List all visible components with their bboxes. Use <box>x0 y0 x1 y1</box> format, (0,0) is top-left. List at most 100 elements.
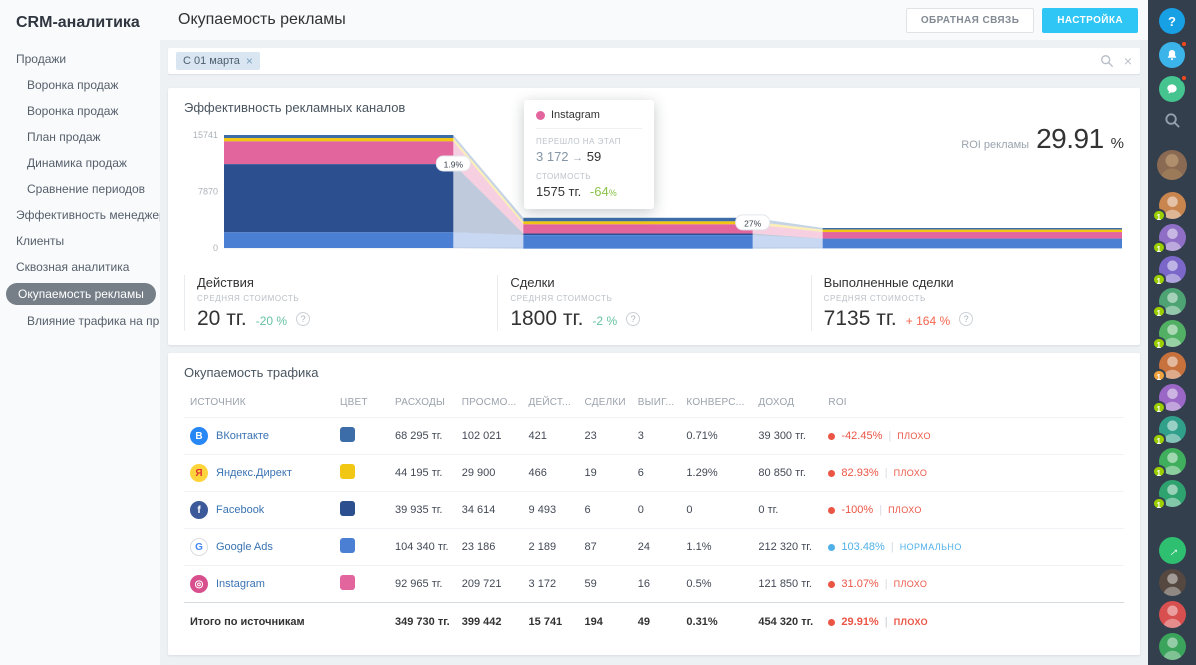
funnel-band[interactable] <box>523 221 753 225</box>
source-brand-icon: В <box>190 427 208 445</box>
chip-remove-icon[interactable]: × <box>246 55 253 67</box>
stat-delta: -20 % <box>255 314 288 328</box>
source-cell: Я Яндекс.Директ <box>184 454 334 492</box>
sidebar-item-active[interactable]: Окупаемость рекламы <box>0 280 160 308</box>
sidebar-nav: Продажи Воронка продаж Воронка продаж План … <box>0 46 160 334</box>
table-row: G Google Ads 104 340 тг. 23 186 2 189 87 24 1.1… <box>184 528 1124 566</box>
sidebar-item[interactable]: Динамика продаж <box>0 150 160 176</box>
column-header[interactable]: ПРОСМО... <box>456 388 523 418</box>
contact-avatar[interactable]: 1 <box>1151 256 1186 286</box>
funnel-band[interactable] <box>822 232 1122 239</box>
contact-avatar[interactable]: 1 <box>1151 320 1186 350</box>
sidebar-item[interactable]: Сквозная аналитика <box>0 254 160 280</box>
funnel-band[interactable] <box>224 141 454 165</box>
tooltip-header: Instagram <box>536 109 642 129</box>
sidebar-item[interactable]: Клиенты <box>0 228 160 254</box>
roi-value: -100% <box>841 504 874 516</box>
contact-avatar[interactable] <box>1158 601 1186 628</box>
unread-count-badge: 1 <box>1151 465 1166 478</box>
column-header[interactable]: ДЕЙСТ... <box>523 388 579 418</box>
filter-bar[interactable]: С 01 марта × × <box>168 48 1140 74</box>
funnel-band[interactable] <box>523 235 753 249</box>
funnel-band[interactable] <box>822 229 1122 233</box>
won-cell: 24 <box>631 528 681 566</box>
funnel-band[interactable] <box>224 138 454 142</box>
won-cell: 16 <box>631 565 681 603</box>
column-header[interactable]: РАСХОДЫ <box>389 388 456 418</box>
unread-indicator <box>1180 40 1188 48</box>
help-icon[interactable]: ? <box>959 312 974 326</box>
funnel-band[interactable] <box>822 228 1122 230</box>
contact-avatar[interactable]: 1 <box>1151 224 1186 254</box>
contact-avatar[interactable] <box>1158 569 1186 596</box>
sidebar-item[interactable]: Продажи <box>0 46 160 72</box>
sidebar-item[interactable]: Воронка продаж <box>0 72 160 98</box>
column-header[interactable]: ЦВЕТ <box>334 388 389 418</box>
contact-avatar[interactable]: 1 <box>1151 192 1186 222</box>
contact-avatar[interactable]: 1 <box>1151 352 1186 382</box>
funnel-band[interactable] <box>224 164 454 233</box>
contact-avatar[interactable] <box>1158 633 1186 660</box>
source-link[interactable]: Google Ads <box>216 541 273 553</box>
profile-avatar[interactable] <box>1157 150 1187 180</box>
sidebar-item[interactable]: План продаж <box>0 124 160 150</box>
sidebar-item[interactable]: Эффективность менеджер... <box>0 202 160 228</box>
roi-status-label: ПЛОХО <box>893 468 928 478</box>
chat-bubble-icon <box>1167 84 1177 94</box>
expenses-cell: 44 195 тг. <box>389 454 456 492</box>
funnel-band[interactable] <box>523 233 753 236</box>
color-cell <box>334 565 389 603</box>
help-icon[interactable]: ? <box>296 312 311 326</box>
column-header[interactable]: ИСТОЧНИК <box>184 388 334 418</box>
contact-avatar[interactable]: 1 <box>1151 384 1186 414</box>
search-icon[interactable] <box>1100 54 1114 68</box>
share-button[interactable]: → <box>1158 537 1186 564</box>
contact-avatar[interactable]: 1 <box>1151 288 1186 318</box>
table-row: В ВКонтакте 68 295 тг. 102 021 421 23 3 0.71% 39… <box>184 417 1124 455</box>
source-link[interactable]: Яндекс.Директ <box>216 467 292 479</box>
messenger-button[interactable] <box>1159 74 1188 102</box>
funnel-band[interactable] <box>523 224 753 234</box>
roi-status-dot <box>828 469 836 477</box>
rail-search-button[interactable] <box>1164 112 1181 134</box>
roi-status-label: ПЛОХО <box>893 579 928 589</box>
funnel-band[interactable] <box>224 135 454 139</box>
column-header[interactable]: ROI <box>822 388 1124 418</box>
column-header[interactable]: СДЕЛКИ <box>579 388 632 418</box>
column-header[interactable]: КОНВЕРС... <box>680 388 752 418</box>
column-header[interactable]: ВЫИГ... <box>632 388 681 418</box>
won-cell: 3 <box>631 417 681 455</box>
stat-block: Выполненные сделки СРЕДНЯЯ СТОИМОСТЬ 713… <box>810 275 1124 331</box>
help-icon[interactable]: ? <box>626 312 641 326</box>
funnel-band[interactable] <box>523 217 753 222</box>
sidebar-item[interactable]: Воронка продаж <box>0 98 160 124</box>
source-link[interactable]: ВКонтакте <box>216 430 269 442</box>
income-cell: 121 850 тг. <box>752 565 823 603</box>
funnel-band[interactable] <box>224 232 454 248</box>
filter-clear-icon[interactable]: × <box>1124 54 1132 68</box>
conversion-cell: 0 <box>680 491 753 529</box>
tooltip-cost-label: СТОИМОСТЬ <box>536 172 592 181</box>
total-expenses: 349 730 тг. <box>389 602 456 641</box>
sidebar-item[interactable]: Сравнение периодов <box>0 176 160 202</box>
roi-status-dot <box>828 580 836 588</box>
roi-cell: -100% | ПЛОХО <box>822 491 1124 529</box>
feedback-button[interactable]: ОБРАТНАЯ СВЯЗЬ <box>905 7 1035 33</box>
contact-avatar[interactable]: 1 <box>1151 416 1186 446</box>
sidebar-item[interactable]: Влияние трафика на пр... <box>0 308 160 334</box>
source-link[interactable]: Facebook <box>216 504 264 516</box>
column-header[interactable]: ДОХОД <box>752 388 822 418</box>
funnel-band[interactable] <box>822 238 1122 249</box>
roi-cell: 31.07% | ПЛОХО <box>822 565 1124 603</box>
contact-avatar[interactable]: 1 <box>1151 480 1186 510</box>
deals-cell: 87 <box>578 528 632 566</box>
content: С 01 марта × × Эффективность рекламных к… <box>160 40 1148 665</box>
roi-status-dot <box>828 432 836 440</box>
notifications-button[interactable] <box>1159 40 1188 68</box>
contact-avatar[interactable]: 1 <box>1151 448 1186 478</box>
help-button[interactable]: ? <box>1159 8 1185 34</box>
source-link[interactable]: Instagram <box>216 578 265 590</box>
tooltip-from: 3 172 <box>536 149 569 164</box>
filter-chip[interactable]: С 01 марта × <box>176 52 260 70</box>
settings-button[interactable]: НАСТРОЙКА <box>1042 7 1138 33</box>
